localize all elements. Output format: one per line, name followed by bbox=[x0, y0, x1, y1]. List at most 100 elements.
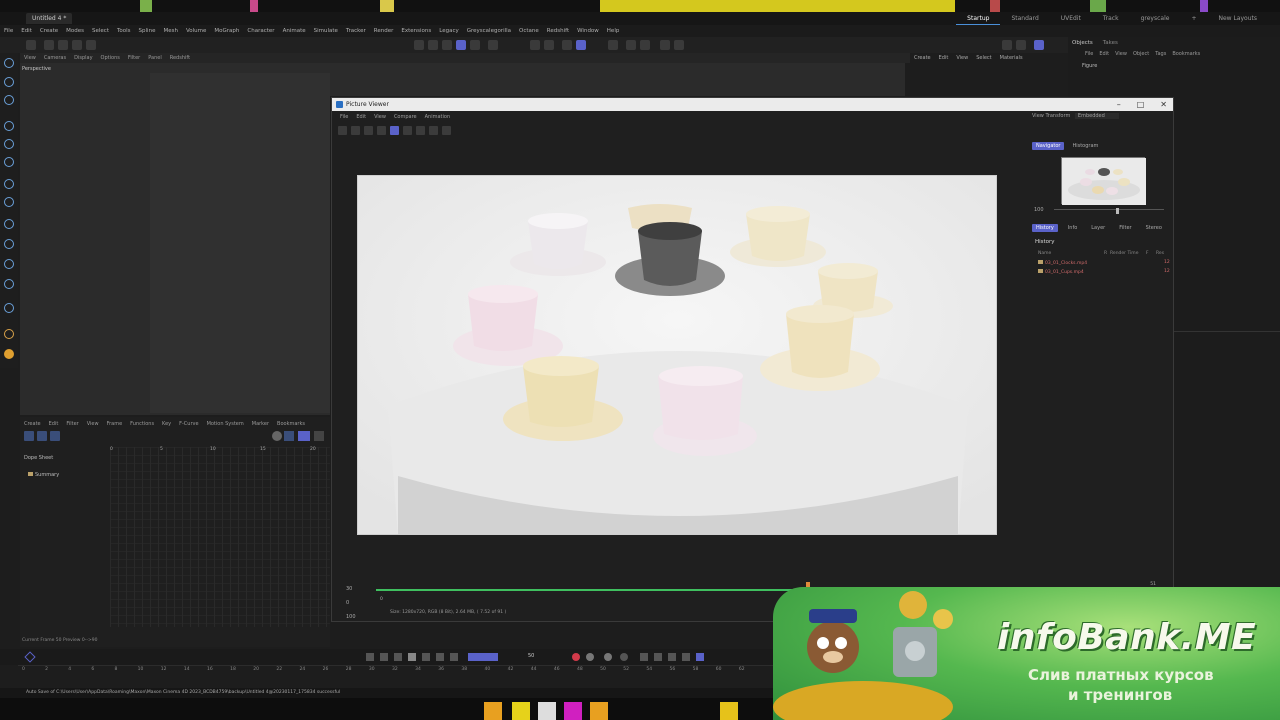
layout-new-layouts[interactable]: New Layouts bbox=[1207, 12, 1268, 25]
layout-standard[interactable]: Standard bbox=[1000, 12, 1049, 25]
layout-uvedit[interactable]: UVEdit bbox=[1050, 12, 1092, 25]
layout-track[interactable]: Track bbox=[1092, 12, 1130, 25]
pv-frame-start[interactable]: 0 bbox=[346, 596, 356, 610]
viewport-menu-filter[interactable]: Filter bbox=[124, 53, 144, 63]
menu-select[interactable]: Select bbox=[88, 25, 113, 37]
tl-menu-marker[interactable]: Marker bbox=[248, 419, 273, 429]
pv-menu-compare[interactable]: Compare bbox=[390, 113, 421, 121]
menu-modes[interactable]: Modes bbox=[62, 25, 88, 37]
render-view-icon[interactable] bbox=[414, 40, 424, 50]
next-key-icon[interactable] bbox=[436, 653, 444, 661]
pv-menu-file[interactable]: File bbox=[336, 113, 352, 121]
tab-info[interactable]: Info bbox=[1064, 224, 1081, 232]
obj-menu-edit[interactable]: Edit bbox=[1096, 51, 1112, 57]
attr-menu-materials[interactable]: Materials bbox=[996, 55, 1027, 61]
fcurve-icon[interactable] bbox=[696, 653, 704, 661]
promo-banner[interactable]: infoBank.ME Слив платных курсов и тренин… bbox=[773, 587, 1280, 720]
key-scale-icon[interactable] bbox=[654, 653, 662, 661]
ab-compare-icon[interactable] bbox=[416, 126, 425, 135]
tl-menu-filter[interactable]: Filter bbox=[62, 419, 82, 429]
taskbar-app-icon[interactable] bbox=[590, 702, 608, 720]
maximize-button[interactable]: □ bbox=[1137, 98, 1145, 111]
brush-tool-icon[interactable] bbox=[4, 219, 14, 229]
obj-menu-file[interactable]: File bbox=[1082, 51, 1096, 57]
menu-animate[interactable]: Animate bbox=[279, 25, 310, 37]
autokey-icon[interactable] bbox=[586, 653, 594, 661]
pv-frame-fps[interactable]: 30 bbox=[346, 582, 356, 596]
tl-menu-edit[interactable]: Edit bbox=[45, 419, 63, 429]
search-icon[interactable] bbox=[1034, 40, 1044, 50]
plugin-icon[interactable] bbox=[4, 329, 14, 339]
menu-mesh[interactable]: Mesh bbox=[159, 25, 181, 37]
timeline-layer-icon[interactable] bbox=[284, 431, 294, 441]
zoom-value[interactable]: 100 bbox=[1034, 207, 1044, 213]
menu-spline[interactable]: Spline bbox=[135, 25, 160, 37]
minimize-button[interactable]: – bbox=[1117, 98, 1121, 111]
timeline-sphere-icon[interactable] bbox=[272, 431, 282, 441]
obj-menu-tags[interactable]: Tags bbox=[1152, 51, 1169, 57]
menu-character[interactable]: Character bbox=[243, 25, 278, 37]
tab-filter[interactable]: Filter bbox=[1115, 224, 1135, 232]
viewport-extended[interactable] bbox=[330, 53, 910, 96]
tab-navigator[interactable]: Navigator bbox=[1032, 142, 1065, 150]
viewport-menu-options[interactable]: Options bbox=[97, 53, 124, 63]
tab-histogram[interactable]: Histogram bbox=[1068, 142, 1102, 150]
next-frame-icon[interactable] bbox=[422, 653, 430, 661]
layout-greyscale[interactable]: greyscale bbox=[1130, 12, 1181, 25]
menu-legacy[interactable]: Legacy bbox=[435, 25, 463, 37]
scene-icon[interactable] bbox=[674, 40, 684, 50]
navigator-thumbnail[interactable] bbox=[1061, 157, 1146, 205]
pv-menu-view[interactable]: View bbox=[370, 113, 390, 121]
coordinate-system-icon[interactable] bbox=[86, 40, 96, 50]
tab-history[interactable]: History bbox=[1032, 224, 1058, 232]
tl-menu-create[interactable]: Create bbox=[20, 419, 45, 429]
menu-window[interactable]: Window bbox=[573, 25, 603, 37]
layout-startup[interactable]: Startup bbox=[956, 12, 1001, 25]
fields-icon[interactable] bbox=[640, 40, 650, 50]
obj-menu-view[interactable]: View bbox=[1112, 51, 1130, 57]
render-settings-icon[interactable] bbox=[456, 40, 466, 50]
layout-icon[interactable] bbox=[1002, 40, 1012, 50]
zoom-slider-knob[interactable] bbox=[1116, 208, 1119, 214]
attr-menu-edit[interactable]: Edit bbox=[935, 55, 953, 61]
record-icon[interactable] bbox=[572, 653, 580, 661]
axis-x-icon[interactable] bbox=[44, 40, 54, 50]
menu-render[interactable]: Render bbox=[370, 25, 398, 37]
timeline-user-icon[interactable] bbox=[314, 431, 324, 441]
render-picture-viewer-icon[interactable] bbox=[442, 40, 452, 50]
viewport-menu-display[interactable]: Display bbox=[70, 53, 96, 63]
render-active-icon[interactable] bbox=[390, 126, 399, 135]
menu-simulate[interactable]: Simulate bbox=[310, 25, 342, 37]
taskbar-app-icon[interactable] bbox=[538, 702, 556, 720]
key-pla-icon[interactable] bbox=[682, 653, 690, 661]
light-icon[interactable] bbox=[660, 40, 670, 50]
menu-redshift[interactable]: Redshift bbox=[543, 25, 573, 37]
pv-frame-zoom[interactable]: 100 bbox=[346, 610, 356, 624]
attr-menu-create[interactable]: Create bbox=[910, 55, 935, 61]
tl-menu-view[interactable]: View bbox=[83, 419, 103, 429]
polygon-pen-icon[interactable] bbox=[4, 179, 14, 189]
history-row[interactable]: 03_01_Clocks.mp4 12 bbox=[1038, 260, 1173, 266]
menu-file[interactable]: File bbox=[0, 25, 17, 37]
open-icon[interactable] bbox=[338, 126, 347, 135]
grid-icon[interactable] bbox=[562, 40, 572, 50]
previous-frame-icon[interactable] bbox=[394, 653, 402, 661]
taskbar-app-icon[interactable] bbox=[484, 702, 502, 720]
rotate-tool-icon[interactable] bbox=[4, 139, 14, 149]
tl-menu-motion-system[interactable]: Motion System bbox=[203, 419, 248, 429]
pv-menu-animation[interactable]: Animation bbox=[421, 113, 455, 121]
taskbar-app-icon[interactable] bbox=[564, 702, 582, 720]
region-icon[interactable] bbox=[377, 126, 386, 135]
main-timeline-ruler[interactable]: 0 2 4 6 8 10 12 14 16 18 20 22 24 26 28 30 32 34 36 38 40 42 4… bbox=[18, 665, 778, 687]
coin-icon[interactable] bbox=[4, 349, 14, 359]
history-row[interactable]: 03_01_Cups.mp4 12 bbox=[1038, 269, 1173, 275]
live-select-icon[interactable] bbox=[4, 95, 14, 105]
render-region-icon[interactable] bbox=[428, 40, 438, 50]
close-button[interactable]: ✕ bbox=[1160, 98, 1167, 111]
save-icon[interactable] bbox=[351, 126, 360, 135]
compare-b-icon[interactable] bbox=[442, 126, 451, 135]
measure-tool-icon[interactable] bbox=[4, 303, 14, 313]
view-transform-select[interactable]: Embedded bbox=[1074, 113, 1119, 119]
dope-sheet-mode-icon[interactable] bbox=[24, 431, 34, 441]
key-rotation-icon[interactable] bbox=[640, 653, 648, 661]
